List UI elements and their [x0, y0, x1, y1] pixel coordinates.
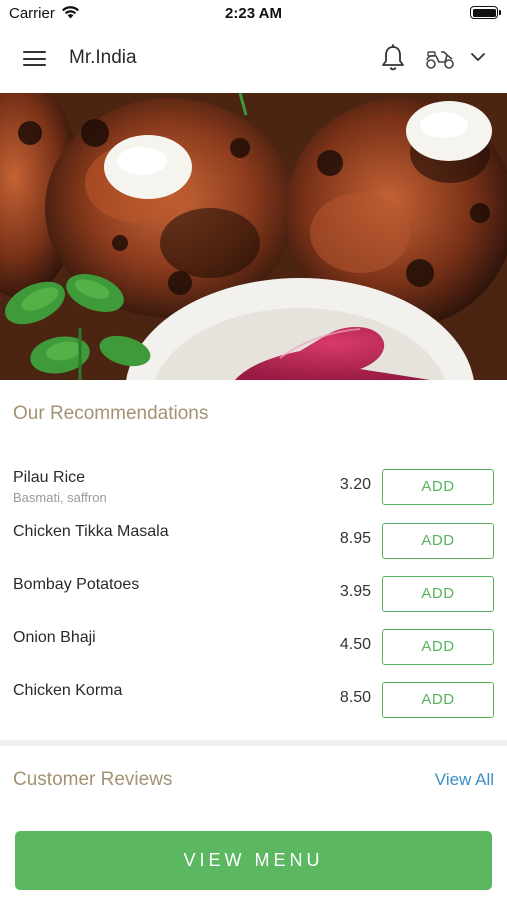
clock: 2:23 AM — [225, 5, 282, 22]
menu-item-row: Onion Bhaji 4.50 ADD — [0, 629, 507, 682]
item-price: 8.95 — [339, 530, 371, 547]
status-bar: Carrier 2:23 AM — [0, 0, 507, 26]
item-price: 8.50 — [339, 689, 371, 706]
add-button[interactable]: ADD — [382, 682, 494, 718]
view-all-link[interactable]: View All — [435, 770, 494, 790]
add-button[interactable]: ADD — [382, 523, 494, 559]
app-header: Mr.India — [0, 26, 507, 93]
recommendations-title: Our Recommendations — [13, 403, 209, 424]
item-price: 3.95 — [339, 583, 371, 600]
add-button[interactable]: ADD — [382, 629, 494, 665]
item-name: Chicken Tikka Masala — [13, 523, 169, 540]
section-divider — [0, 740, 507, 746]
hero-illustration — [0, 93, 507, 380]
menu-item-row: Bombay Potatoes 3.95 ADD — [0, 576, 507, 629]
menu-icon[interactable] — [23, 50, 46, 67]
reviews-title: Customer Reviews — [13, 769, 173, 790]
menu-item-row: Pilau Rice Basmati, saffron 3.20 ADD — [0, 469, 507, 522]
item-price: 4.50 — [339, 636, 371, 653]
item-name: Onion Bhaji — [13, 629, 96, 646]
add-button[interactable]: ADD — [382, 576, 494, 612]
hero-food-image — [0, 93, 507, 380]
menu-item-row: Chicken Tikka Masala 8.95 ADD — [0, 523, 507, 576]
view-menu-button[interactable]: VIEW MENU — [15, 831, 492, 890]
chevron-down-icon[interactable] — [470, 51, 486, 63]
battery-icon — [470, 6, 501, 19]
page-title: Mr.India — [69, 47, 137, 68]
item-description: Basmati, saffron — [13, 490, 107, 505]
bell-icon[interactable] — [380, 44, 406, 72]
item-name: Chicken Korma — [13, 682, 123, 699]
menu-item-row: Chicken Korma 8.50 ADD — [0, 682, 507, 735]
scooter-icon[interactable] — [424, 46, 456, 71]
item-name: Bombay Potatoes — [13, 576, 140, 593]
item-name: Pilau Rice — [13, 469, 86, 486]
item-price: 3.20 — [339, 476, 371, 493]
add-button[interactable]: ADD — [382, 469, 494, 505]
